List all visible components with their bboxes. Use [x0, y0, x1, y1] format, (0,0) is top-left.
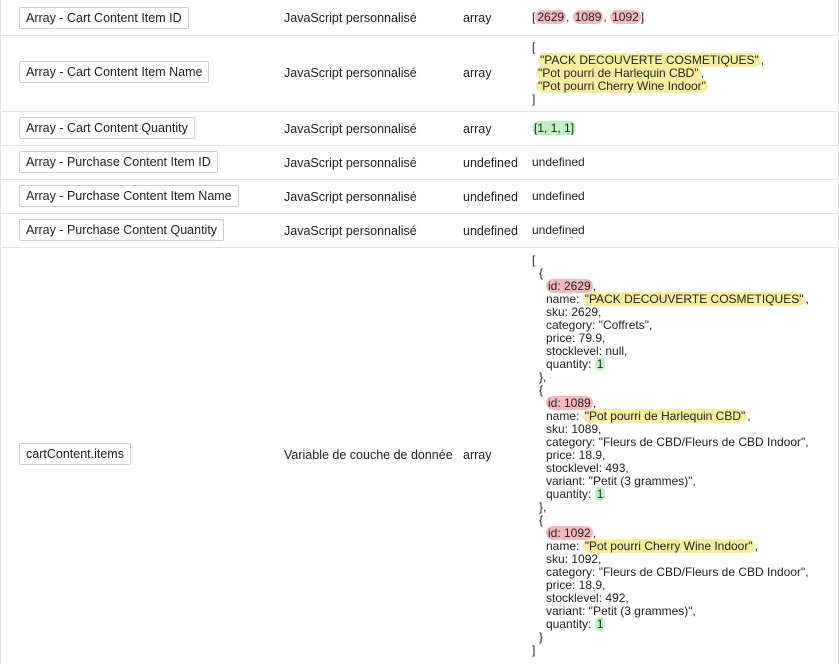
id-highlight: 2629	[535, 10, 567, 24]
variable-type: JavaScript personnalisé	[284, 122, 417, 136]
json-line: quantity: 1	[546, 617, 606, 631]
value-line: [	[532, 40, 536, 54]
name-highlight: "Pot pourri de Harlequin CBD"	[582, 409, 748, 423]
value-line: ]	[532, 92, 536, 106]
variable-value: undefined	[532, 189, 585, 203]
table-row: Array - Purchase Content Quantity JavaSc…	[0, 214, 839, 248]
data-type: undefined	[463, 156, 518, 170]
name-highlight: "Pot pourri Cherry Wine Indoor"	[536, 79, 708, 93]
table-row: Array - Cart Content Quantity JavaScript…	[0, 112, 839, 146]
quantity-highlight: [1, 1, 1]	[532, 121, 577, 135]
name-highlight: "PACK DECOUVERTE COSMETIQUES"	[582, 292, 806, 306]
json-line: {	[539, 266, 544, 280]
json-line: ]	[532, 643, 536, 657]
json-line: {	[539, 513, 544, 527]
id-highlight: 1089	[572, 10, 604, 24]
variable-type: JavaScript personnalisé	[284, 11, 417, 25]
variable-type: JavaScript personnalisé	[284, 66, 417, 80]
id-highlight: id: 2629	[546, 279, 593, 293]
variable-type: Variable de couche de donnée	[284, 448, 453, 462]
variable-name-chip[interactable]: Array - Purchase Content Item ID	[19, 151, 218, 173]
variable-name-chip[interactable]: Array - Cart Content Item ID	[19, 7, 189, 29]
table-row: cartContent.items Variable de couche de …	[0, 248, 839, 664]
quantity-highlight: 1	[594, 357, 606, 371]
table-row: Array - Purchase Content Item ID JavaScr…	[0, 146, 839, 180]
table-row: Array - Cart Content Item Name JavaScrip…	[0, 36, 839, 112]
json-line: [	[532, 253, 536, 267]
variable-name-chip[interactable]: Array - Cart Content Quantity	[19, 117, 195, 139]
quantity-highlight: 1	[594, 617, 606, 631]
data-type: array	[463, 11, 492, 25]
value-line: "Pot pourri Cherry Wine Indoor"	[536, 79, 708, 93]
data-type: undefined	[463, 190, 518, 204]
variable-type: JavaScript personnalisé	[284, 156, 417, 170]
name-highlight: "PACK DECOUVERTE COSMETIQUES"	[538, 53, 761, 67]
variable-name-chip[interactable]: Array - Purchase Content Item Name	[19, 185, 239, 207]
variable-value: [2629, 1089, 1092]	[532, 10, 645, 24]
table-row: Array - Cart Content Item ID JavaScript …	[0, 0, 839, 36]
id-highlight: id: 1089	[546, 396, 593, 410]
variable-value: [1, 1, 1]	[532, 121, 577, 135]
variable-value: undefined	[532, 155, 585, 169]
json-line: }	[539, 630, 544, 644]
data-type: array	[463, 122, 492, 136]
id-highlight: 1092	[610, 10, 641, 24]
quantity-highlight: 1	[594, 487, 606, 501]
id-highlight: id: 1092	[546, 526, 593, 540]
json-line: quantity: 1	[546, 357, 606, 371]
variable-type: JavaScript personnalisé	[284, 224, 417, 238]
variable-name-chip[interactable]: Array - Cart Content Item Name	[19, 61, 210, 83]
data-type: array	[463, 448, 492, 462]
name-highlight: "Pot pourri Cherry Wine Indoor"	[582, 539, 755, 553]
table-row: Array - Purchase Content Item Name JavaS…	[0, 180, 839, 214]
json-line: quantity: 1	[546, 487, 606, 501]
variable-type: JavaScript personnalisé	[284, 190, 417, 204]
variable-name-chip[interactable]: cartContent.items	[19, 443, 131, 465]
name-highlight: "Pot pourri de Harlequin CBD"	[536, 66, 701, 80]
variable-name-chip[interactable]: Array - Purchase Content Quantity	[19, 219, 225, 241]
variable-value: undefined	[532, 223, 585, 237]
data-type: array	[463, 66, 492, 80]
data-type: undefined	[463, 224, 518, 238]
json-line: {	[539, 383, 544, 397]
